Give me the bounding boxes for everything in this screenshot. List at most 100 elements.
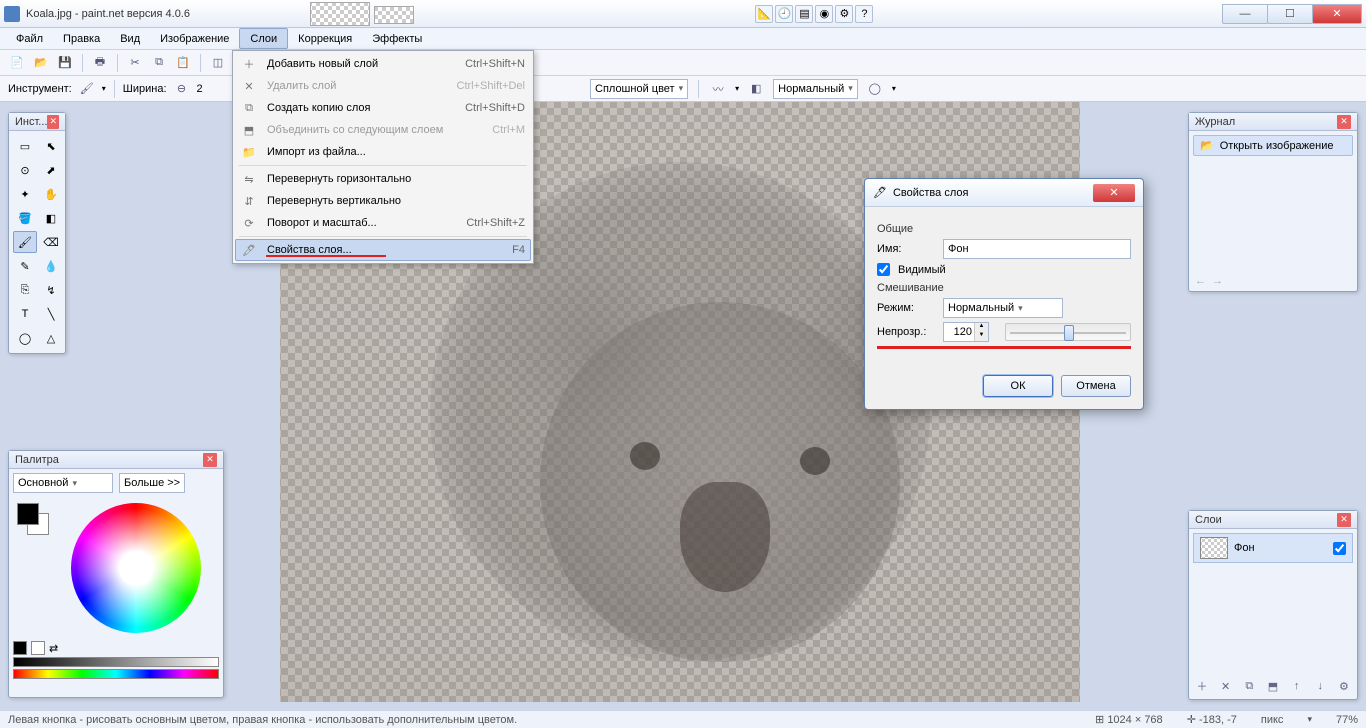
spin-down[interactable]: ▼ bbox=[975, 332, 988, 341]
swap-icon[interactable]: ⇄ bbox=[49, 642, 58, 655]
menu-rotate-zoom[interactable]: ⟳Поворот и масштаб...Ctrl+Shift+Z bbox=[235, 212, 531, 234]
ruler-icon[interactable]: 📐 bbox=[755, 5, 773, 23]
tool-text[interactable]: T bbox=[13, 303, 37, 325]
alpha-icon[interactable]: ◯ bbox=[866, 80, 884, 98]
print-icon[interactable]: 🖶 bbox=[91, 54, 109, 72]
menu-flip-horizontal[interactable]: ⇋Перевернуть горизонтально bbox=[235, 168, 531, 190]
tool-recolor[interactable]: ↯ bbox=[39, 279, 63, 301]
spin-up[interactable]: ▲ bbox=[975, 323, 988, 332]
save-icon[interactable]: 💾 bbox=[56, 54, 74, 72]
history-forward-icon[interactable]: → bbox=[1212, 275, 1223, 287]
status-zoom[interactable]: 77% bbox=[1336, 714, 1358, 726]
tool-shapes2[interactable]: △ bbox=[39, 327, 63, 349]
blend-mode-select[interactable]: Нормальный▾ bbox=[943, 298, 1063, 318]
add-layer-icon[interactable]: ＋ bbox=[1193, 677, 1211, 695]
minimize-button[interactable]: — bbox=[1222, 4, 1268, 24]
close-icon[interactable]: ✕ bbox=[1337, 115, 1351, 129]
menu-flip-vertical[interactable]: ⇵Перевернуть вертикально bbox=[235, 190, 531, 212]
fill-type-combo[interactable]: Сплошной цвет▾ bbox=[590, 79, 688, 99]
menu-duplicate-layer[interactable]: ⧉Создать копию слояCtrl+Shift+D bbox=[235, 97, 531, 119]
layer-down-icon[interactable]: ↓ bbox=[1311, 677, 1329, 695]
color-wheel[interactable] bbox=[71, 503, 201, 633]
maximize-button[interactable]: ☐ bbox=[1267, 4, 1313, 24]
menu-layers[interactable]: Слои bbox=[239, 28, 288, 49]
merge-layer-icon[interactable]: ⬒ bbox=[1264, 677, 1282, 695]
opacity-input[interactable] bbox=[944, 323, 974, 341]
opacity-spinner[interactable]: ▲▼ bbox=[943, 322, 989, 342]
close-icon[interactable]: ✕ bbox=[1337, 513, 1351, 527]
palette-more-button[interactable]: Больше >> bbox=[119, 473, 185, 493]
menu-effects[interactable]: Эффекты bbox=[362, 28, 432, 49]
tool-pencil[interactable]: ✎ bbox=[13, 255, 37, 277]
history-back-icon[interactable]: ← bbox=[1195, 275, 1206, 287]
tool-shapes[interactable]: ◯ bbox=[13, 327, 37, 349]
current-tool-icon[interactable]: 🖌 bbox=[78, 80, 96, 98]
swatch[interactable] bbox=[13, 641, 27, 655]
menu-edit[interactable]: Правка bbox=[53, 28, 110, 49]
tool-move-selection[interactable]: ⬉ bbox=[39, 135, 63, 157]
visible-checkbox[interactable] bbox=[877, 263, 890, 276]
cut-icon[interactable]: ✂ bbox=[126, 54, 144, 72]
crop-icon[interactable]: ◫ bbox=[209, 54, 227, 72]
tool-gradient[interactable]: ◧ bbox=[39, 207, 63, 229]
app-icon bbox=[4, 6, 20, 22]
tool-paintbrush[interactable]: 🖌 bbox=[13, 231, 37, 253]
menu-view[interactable]: Вид bbox=[110, 28, 150, 49]
history-item[interactable]: 📂 Открыть изображение bbox=[1193, 135, 1353, 156]
doc-thumb[interactable] bbox=[374, 6, 414, 24]
layer-props-icon[interactable]: ⚙ bbox=[1335, 677, 1353, 695]
curve-icon[interactable]: 〰 bbox=[709, 80, 727, 98]
copy-icon[interactable]: ⧉ bbox=[150, 54, 168, 72]
menu-import-file[interactable]: 📁Импорт из файла... bbox=[235, 141, 531, 163]
cancel-button[interactable]: Отмена bbox=[1061, 375, 1131, 397]
layer-up-icon[interactable]: ↑ bbox=[1288, 677, 1306, 695]
opacity-label: Непрозр.: bbox=[877, 326, 935, 338]
tool-fill[interactable]: 🪣 bbox=[13, 207, 37, 229]
value-gradient[interactable] bbox=[13, 657, 219, 667]
layer-name-input[interactable] bbox=[943, 239, 1131, 259]
color-wheel-icon[interactable]: ◉ bbox=[815, 5, 833, 23]
status-unit[interactable]: пикс bbox=[1261, 714, 1284, 726]
gear-icon[interactable]: ⚙ bbox=[835, 5, 853, 23]
antialias-icon[interactable]: ◧ bbox=[747, 80, 765, 98]
tool-lasso[interactable]: ⊙ bbox=[13, 159, 37, 181]
menu-adjust[interactable]: Коррекция bbox=[288, 28, 362, 49]
menu-image[interactable]: Изображение bbox=[150, 28, 239, 49]
tool-line[interactable]: ╲ bbox=[39, 303, 63, 325]
opacity-slider[interactable] bbox=[1005, 323, 1131, 341]
primary-secondary-swatch[interactable] bbox=[17, 503, 49, 535]
tools-panel: Инст...✕ ▭ ⬉ ⊙ ⬈ ✦ ✋ 🪣 ◧ 🖌 ⌫ ✎ 💧 ⎘ ↯ T ╲… bbox=[8, 112, 66, 354]
color-channel-combo[interactable]: Основной▾ bbox=[13, 473, 113, 493]
close-icon[interactable]: ✕ bbox=[203, 453, 217, 467]
close-icon[interactable]: ✕ bbox=[47, 115, 59, 129]
help-icon[interactable]: ? bbox=[855, 5, 873, 23]
ok-button[interactable]: ОК bbox=[983, 375, 1053, 397]
menu-add-layer[interactable]: ＋Добавить новый слойCtrl+Shift+N bbox=[235, 53, 531, 75]
tool-color-picker[interactable]: 💧 bbox=[39, 255, 63, 277]
tool-pan[interactable]: ✋ bbox=[39, 183, 63, 205]
doc-thumb[interactable] bbox=[310, 2, 370, 26]
delete-layer-icon[interactable]: ✕ bbox=[1217, 677, 1235, 695]
tool-clone[interactable]: ⎘ bbox=[13, 279, 37, 301]
tool-eraser[interactable]: ⌫ bbox=[39, 231, 63, 253]
tool-magic-wand[interactable]: ✦ bbox=[13, 183, 37, 205]
open-icon[interactable]: 📂 bbox=[32, 54, 50, 72]
width-decrease[interactable]: ⊖ bbox=[173, 80, 191, 98]
layer-row[interactable]: Фон bbox=[1193, 533, 1353, 563]
tool-move-pixels[interactable]: ⬈ bbox=[39, 159, 63, 181]
layer-visible-checkbox[interactable] bbox=[1333, 542, 1346, 555]
width-value[interactable]: 2 bbox=[197, 83, 203, 95]
clock-icon[interactable]: 🕘 bbox=[775, 5, 793, 23]
duplicate-layer-icon[interactable]: ⧉ bbox=[1240, 677, 1258, 695]
new-icon[interactable]: 📄 bbox=[8, 54, 26, 72]
menu-file[interactable]: Файл bbox=[6, 28, 53, 49]
close-button[interactable]: ✕ bbox=[1312, 4, 1362, 24]
layers-icon[interactable]: ▤ bbox=[795, 5, 813, 23]
swatch[interactable] bbox=[31, 641, 45, 655]
blend-mode-combo[interactable]: Нормальный▾ bbox=[773, 79, 858, 99]
hue-gradient[interactable] bbox=[13, 669, 219, 679]
tool-rect-select[interactable]: ▭ bbox=[13, 135, 37, 157]
dialog-close-button[interactable]: ✕ bbox=[1093, 184, 1135, 202]
menu-layer-properties[interactable]: 🖊Свойства слоя...F4 bbox=[235, 239, 531, 261]
paste-icon[interactable]: 📋 bbox=[174, 54, 192, 72]
